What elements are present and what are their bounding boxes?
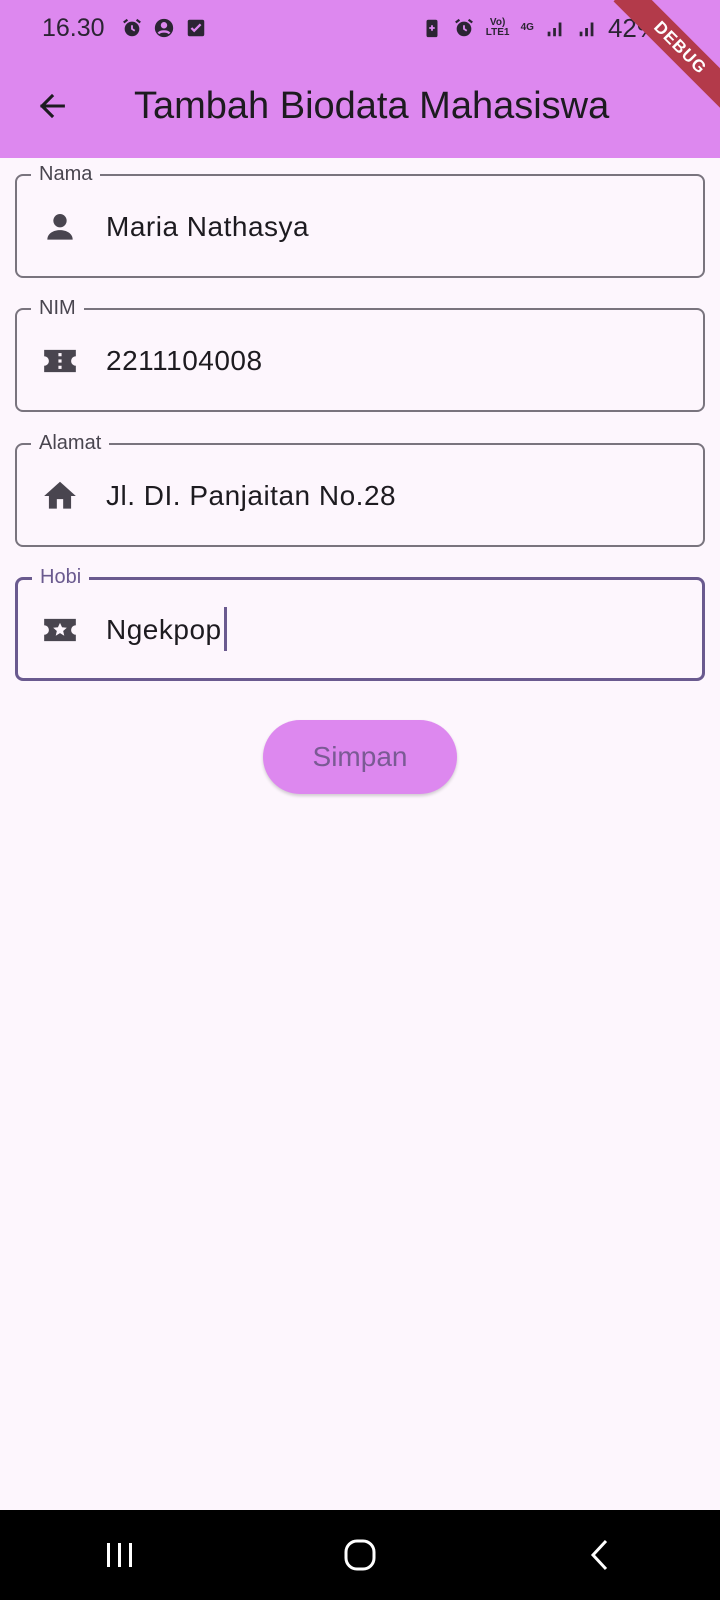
name-field-label: Nama — [31, 162, 101, 186]
home-button-icon — [344, 1539, 376, 1571]
toolbar: Tambah Biodata Mahasiswa — [0, 68, 720, 144]
badge-icon — [44, 349, 76, 373]
back-nav-icon — [590, 1539, 608, 1571]
address-field-value: Jl. DI. Panjaitan No.28 — [106, 480, 397, 511]
address-field-label: Alamat — [31, 431, 110, 455]
home-nav-button[interactable] — [320, 1525, 400, 1585]
save-button[interactable]: Simpan — [263, 720, 457, 794]
arrow-back-icon — [39, 93, 65, 119]
recent-apps-icon — [107, 1543, 132, 1567]
nim-field-value: 2211104008 — [106, 345, 263, 376]
status-right: Vo) LTE1 4G 42% — [421, 13, 660, 44]
home-icon — [44, 481, 76, 509]
hobby-field[interactable]: Hobi Ngekpop — [15, 565, 705, 681]
back-button[interactable] — [24, 78, 80, 134]
hobby-field-label: Hobi — [32, 565, 90, 589]
battery-saver-icon — [426, 19, 438, 38]
nim-field[interactable]: NIM 2211104008 — [15, 296, 705, 412]
signal-icon — [579, 22, 594, 37]
nim-field-label: NIM — [31, 296, 84, 320]
account-circle-icon — [154, 18, 173, 38]
address-field[interactable]: Alamat Jl. DI. Panjaitan No.28 — [15, 431, 705, 547]
person-icon — [47, 214, 73, 240]
network-label: 4G — [520, 22, 534, 33]
check-box-icon — [187, 19, 204, 37]
star-ticket-icon — [44, 618, 76, 642]
status-time: 16.30 — [42, 13, 105, 42]
name-field[interactable]: Nama Maria Nathasya — [15, 162, 705, 278]
hobby-field-value: Ngekpop — [106, 606, 227, 651]
status-left: 16.30 — [42, 14, 207, 43]
text-caret — [223, 606, 227, 651]
status-bar: 16.30 Vo) LTE1 4G 42% — [0, 0, 720, 56]
app-bar: 16.30 Vo) LTE1 4G 42% DEBUG Tambah Bioda… — [0, 0, 720, 158]
hobby-field-text: Ngekpop — [106, 614, 222, 645]
alarm-icon — [122, 18, 141, 37]
signal-icon — [547, 22, 562, 37]
volte-label: Vo) LTE1 — [485, 17, 510, 38]
name-field-value: Maria Nathasya — [106, 211, 310, 242]
system-nav-bar — [0, 1510, 720, 1600]
back-nav-button[interactable] — [560, 1525, 640, 1585]
recent-apps-button[interactable] — [80, 1525, 160, 1585]
alarm-icon — [454, 18, 473, 37]
page-title: Tambah Biodata Mahasiswa — [134, 84, 610, 127]
